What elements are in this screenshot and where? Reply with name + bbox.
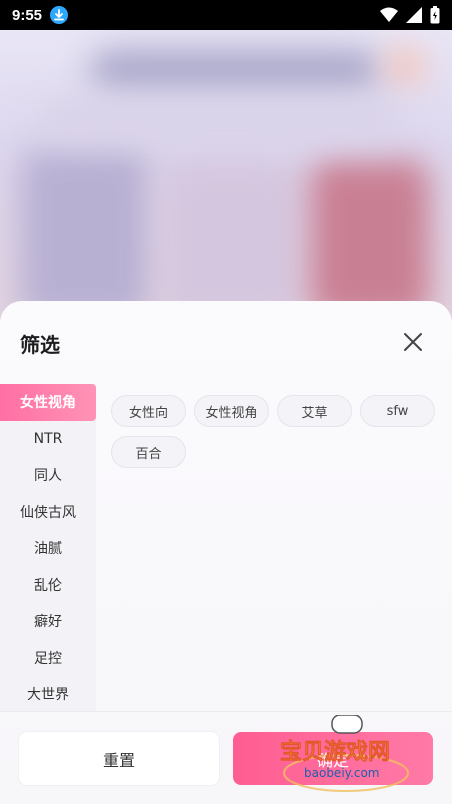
category-item[interactable]: 油腻: [0, 530, 96, 567]
category-item[interactable]: 癖好: [0, 603, 96, 640]
signal-icon: [406, 7, 422, 23]
tag-chip[interactable]: 艾草: [277, 395, 352, 427]
blurred-background: [0, 30, 452, 320]
wifi-icon: [380, 7, 398, 22]
tag-chip[interactable]: 女性向: [111, 395, 186, 427]
sheet-title: 筛选: [20, 333, 60, 357]
category-item[interactable]: 足控: [0, 640, 96, 677]
close-icon: [404, 333, 422, 351]
category-item[interactable]: 大世界: [0, 676, 96, 713]
close-button[interactable]: [402, 331, 424, 353]
tag-chip[interactable]: sfw: [360, 395, 435, 427]
battery-icon: [430, 6, 440, 24]
status-bar: 9:55: [0, 0, 452, 30]
category-list: 女性视角 NTR 同人 仙侠古风 油腻 乱伦 癖好 足控 大世界: [0, 384, 96, 711]
status-icons: [380, 6, 440, 24]
tag-chip[interactable]: 女性视角: [194, 395, 269, 427]
filter-sheet: 筛选 女性视角 NTR 同人 仙侠古风 油腻 乱伦 癖好 足控 大世界 女性向 …: [0, 301, 452, 804]
category-item[interactable]: 乱伦: [0, 567, 96, 604]
status-time: 9:55: [12, 6, 43, 24]
download-icon: [50, 6, 69, 24]
category-item[interactable]: 同人: [0, 457, 96, 494]
tag-grid: 女性向 女性视角 艾草 sfw 百合: [111, 395, 441, 468]
reset-button[interactable]: 重置: [19, 732, 219, 785]
category-item[interactable]: NTR: [0, 421, 96, 458]
divider: [0, 711, 452, 712]
category-item[interactable]: 仙侠古风: [0, 494, 96, 531]
confirm-button[interactable]: 确定: [233, 732, 433, 785]
category-item[interactable]: 女性视角: [0, 384, 96, 421]
tag-chip[interactable]: 百合: [111, 436, 186, 468]
